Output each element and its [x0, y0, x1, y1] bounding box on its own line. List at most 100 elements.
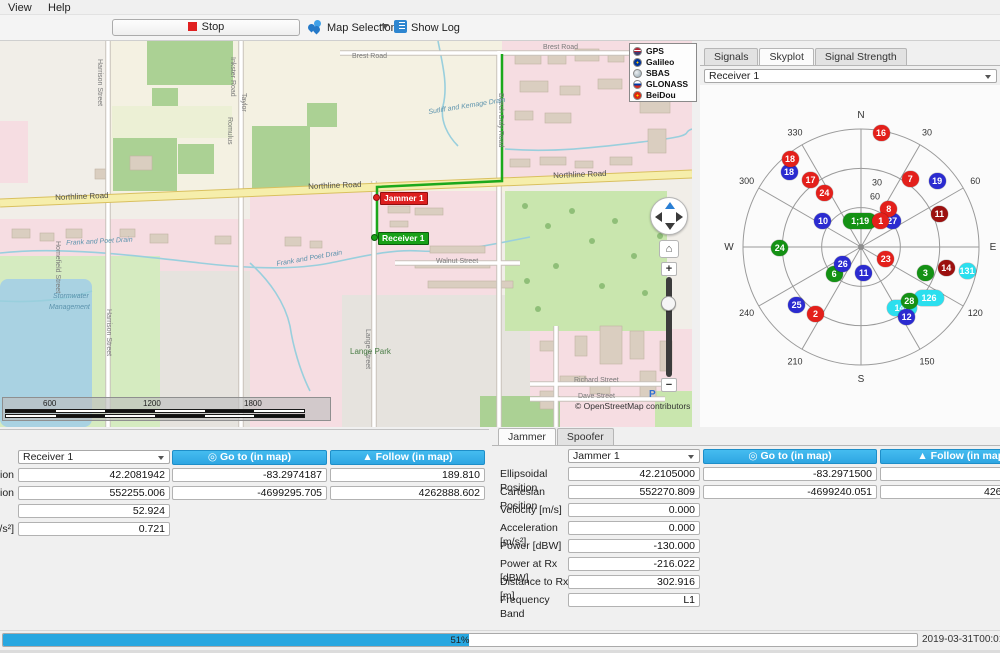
jammer-value-field[interactable]: -216.022 [568, 557, 700, 571]
satellite-sbas-126: 126 [914, 290, 944, 306]
tab-signals[interactable]: Signals [704, 48, 758, 65]
legend-item-galileo: Galileo [633, 57, 693, 68]
satellite-galileo-25: 25 [788, 297, 805, 313]
tab-skyplot[interactable]: Skyplot [759, 48, 813, 66]
skyplot-tabbar: SignalsSkyplotSignal Strength [704, 48, 908, 66]
menu-help[interactable]: Help [44, 1, 75, 15]
receiver-row-label: tion [0, 468, 14, 482]
receiver-follow-button[interactable]: ▲ Follow (in map) [330, 450, 485, 465]
jammer-select[interactable]: Jammer 1 [568, 449, 700, 463]
map-selection-dropdown-caret-icon[interactable] [381, 24, 389, 29]
satellite-galileo-19: 19 [929, 173, 946, 189]
jammer-goto-button[interactable]: ◎ Go to (in map) [703, 449, 877, 464]
receiver-value-field[interactable]: -83.2974187 [172, 468, 327, 482]
satellite-beidou-14: 14 [938, 260, 955, 276]
status-bar: 51% 2019-03-31T00:01:0 [0, 630, 1000, 650]
jammer-value-field[interactable]: 4263 [880, 485, 1000, 499]
svg-text:210: 210 [787, 356, 802, 366]
pan-down-icon[interactable] [665, 223, 675, 230]
jammer-row-label: Velocity [m/s] [500, 503, 570, 517]
svg-text:60: 60 [970, 176, 980, 186]
jammer-map-label[interactable]: Jammer 1 [380, 192, 428, 205]
tab-spoofer[interactable]: Spoofer [557, 428, 614, 445]
jammer-value-field[interactable]: -4699240.051 [703, 485, 877, 499]
receiver-map-dot[interactable] [371, 234, 378, 241]
svg-text:120: 120 [968, 308, 983, 318]
receiver-value-field[interactable]: 42.2081942 [18, 468, 170, 482]
svg-text:300: 300 [739, 176, 754, 186]
cn-flag-icon [633, 91, 642, 100]
svg-text:330: 330 [787, 128, 802, 138]
receiver-value-field[interactable]: 189.810 [330, 468, 485, 482]
ru-flag-icon [633, 80, 642, 89]
jammer-value-field[interactable] [880, 467, 1000, 481]
receiver-value-field[interactable]: 0.721 [18, 522, 170, 536]
legend-item-gps: GPS [633, 46, 693, 57]
eu-flag-icon [633, 58, 642, 67]
map-zoom-slider-handle[interactable] [661, 296, 676, 311]
receiver-select[interactable]: Receiver 1 [18, 450, 170, 464]
show-log-button[interactable]: Show Log [394, 19, 460, 37]
svg-text:E: E [990, 242, 997, 253]
simulation-progress-bar: 51% [2, 633, 918, 647]
map-zoom-out-button[interactable]: − [661, 378, 677, 392]
jammer-value-field[interactable]: 0.000 [568, 503, 700, 517]
satellite-beidou-11: 11 [931, 206, 948, 222]
svg-text:150: 150 [919, 356, 934, 366]
receiver-value-field[interactable]: -4699295.705 [172, 486, 327, 500]
jammer-value-field[interactable]: L1 [568, 593, 700, 607]
legend-label: SBAS [646, 68, 670, 78]
tab-signal-strength[interactable]: Signal Strength [815, 48, 907, 65]
jammer-map-dot[interactable] [373, 194, 380, 201]
jammer-value-field[interactable]: -130.000 [568, 539, 700, 553]
jammer-value-field[interactable]: -83.2971500 [703, 467, 877, 481]
jammer-row-label: Power at Rx [dBW] [500, 557, 570, 571]
jammer-row-label: Acceleration [m/s²] [500, 521, 570, 535]
satellite-gps-7: 7 [902, 171, 919, 187]
scale-tick: 600 [43, 399, 56, 408]
jammer-value-field[interactable]: 302.916 [568, 575, 700, 589]
skyplot-receiver-select[interactable]: Receiver 1 [704, 69, 997, 83]
svg-text:S: S [858, 374, 865, 385]
stop-icon [188, 22, 197, 31]
receiver-row-label [0, 504, 14, 518]
map-scale-bar: 60012001800 [2, 397, 331, 421]
pan-up-icon[interactable] [665, 202, 675, 209]
jammer-value-field[interactable]: 552270.809 [568, 485, 700, 499]
progress-percent: 51% [3, 634, 917, 647]
map-view[interactable]: Northline RoadNorthline RoadNorthline Ro… [0, 41, 692, 427]
receiver-value-field[interactable]: 52.924 [18, 504, 170, 518]
receiver-map-label[interactable]: Receiver 1 [378, 232, 429, 245]
map-legend: GPSGalileoSBASGLONASSBeiDou [629, 43, 697, 102]
map-pan-control[interactable] [650, 197, 688, 235]
svg-text:W: W [724, 242, 734, 253]
receiver-value-field[interactable]: 552255.006 [18, 486, 170, 500]
satellite-gps-1: 1 [872, 213, 889, 229]
receiver-goto-button[interactable]: ◎ Go to (in map) [172, 450, 327, 465]
tab-jammer[interactable]: Jammer [498, 428, 556, 446]
jammer-info-panel: JammerSpoofer Jammer 1◎ Go to (in map)▲ F… [492, 427, 1000, 629]
jammer-row-label: Frequency Band [500, 593, 570, 607]
pan-right-icon[interactable] [676, 212, 683, 222]
map-zoom-slider[interactable] [666, 277, 672, 377]
jammer-row-label: Power [dBW] [500, 539, 570, 553]
simulation-timestamp: 2019-03-31T00:01:0 [922, 634, 1000, 645]
toolbar: Stop Map Selection Show Log [0, 15, 1000, 41]
menu-view[interactable]: View [4, 1, 36, 15]
svg-text:240: 240 [739, 308, 754, 318]
receiver-row-label: ion [0, 486, 14, 500]
jammer-value-field[interactable]: 0.000 [568, 521, 700, 535]
satellite-glonass-3: 3 [917, 265, 934, 281]
legend-item-beidou: BeiDou [633, 90, 693, 101]
map-home-button[interactable]: ⌂ [659, 240, 679, 258]
map-selection-icon [308, 20, 323, 33]
pan-left-icon[interactable] [655, 212, 662, 222]
jammer-value-field[interactable]: 42.2105000 [568, 467, 700, 481]
jammer-row-label: Distance to Rx [m] [500, 575, 570, 589]
legend-item-sbas: SBAS [633, 68, 693, 79]
receiver-value-field[interactable]: 4262888.602 [330, 486, 485, 500]
jammer-follow-button[interactable]: ▲ Follow (in map) [880, 449, 1000, 464]
bottom-area: Receiver 1◎ Go to (in map)▲ Follow (in m… [0, 427, 1000, 630]
stop-button[interactable]: Stop [112, 19, 300, 36]
map-zoom-in-button[interactable]: + [661, 262, 677, 276]
